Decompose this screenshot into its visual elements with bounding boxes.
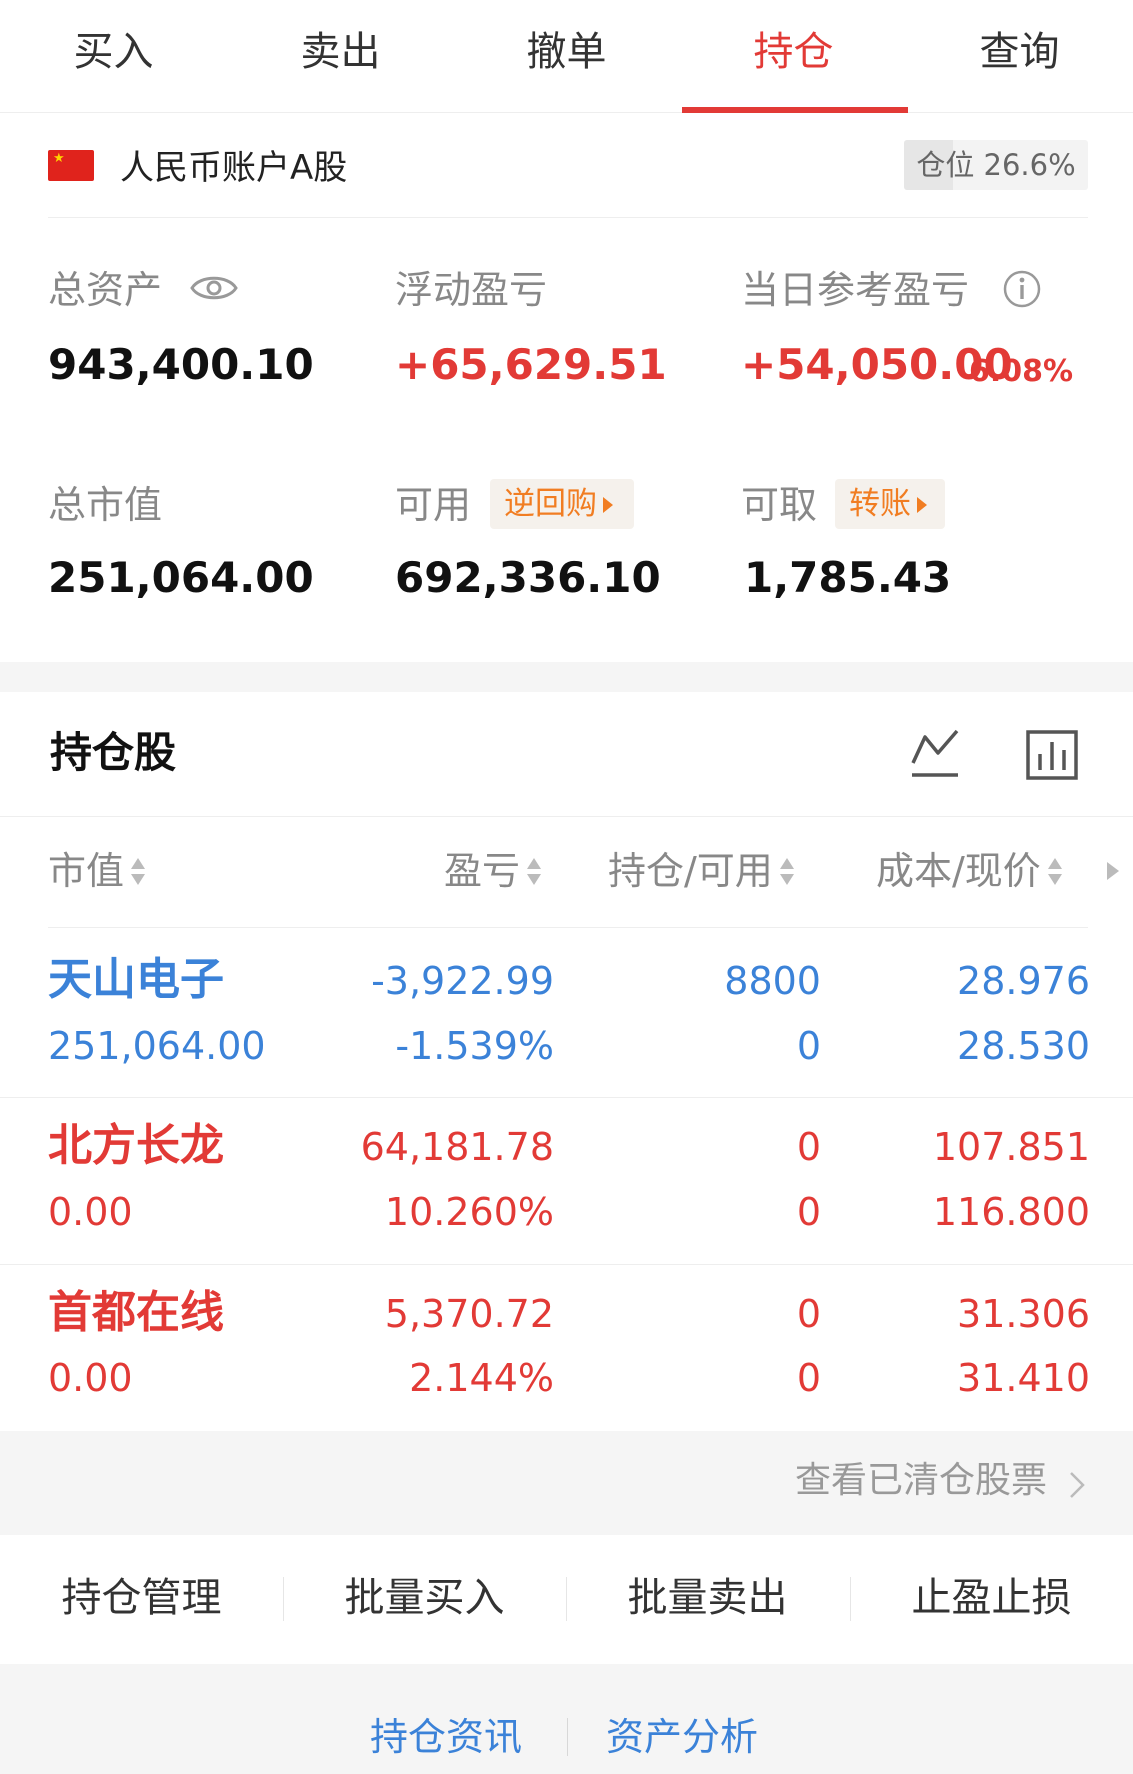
available-funds-value: 692,336.10	[395, 553, 661, 602]
sort-icon	[1047, 857, 1063, 887]
holdings-title: 持仓股	[50, 728, 177, 777]
column-header-label: 持仓/可用	[608, 849, 773, 893]
holdings-news-link[interactable]: 持仓资讯	[370, 1712, 522, 1762]
daily-pl-percent: 6.08%	[969, 354, 1074, 389]
tab-holdings[interactable]: 持仓	[680, 24, 907, 80]
stock-price: 28.530	[957, 1024, 1090, 1068]
stock-pl-percent: 10.260%	[384, 1190, 554, 1234]
stock-available: 0	[796, 1190, 821, 1234]
scroll-right-icon[interactable]	[1107, 862, 1119, 880]
withdrawable-label: 可取	[741, 483, 818, 527]
stock-pl-percent: -1.539%	[395, 1024, 554, 1068]
sort-icon	[526, 857, 542, 887]
column-header-market-value[interactable]: 市值	[48, 846, 146, 896]
withdrawable-value: 1,785.43	[744, 553, 952, 602]
stock-position: 0	[796, 1125, 821, 1169]
batch-sell-button[interactable]: 批量卖出	[566, 1570, 849, 1626]
tab-cancel-order[interactable]: 撤单	[453, 24, 680, 80]
position-ratio-label: 仓位 26.6%	[916, 148, 1076, 182]
divider	[0, 816, 1133, 817]
china-flag-icon: ★	[48, 150, 94, 181]
sort-icon	[779, 857, 795, 887]
stock-pl: 5,370.72	[384, 1292, 554, 1336]
stock-available: 0	[796, 1024, 821, 1068]
stock-pl: -3,922.99	[371, 959, 554, 1003]
stock-market-value: 251,064.00	[48, 1024, 266, 1068]
transfer-label: 转账	[849, 486, 911, 522]
reverse-repo-label: 逆回购	[504, 486, 597, 522]
tab-sell[interactable]: 卖出	[227, 24, 454, 80]
view-cleared-stocks-link[interactable]: 查看已清仓股票	[795, 1456, 1047, 1506]
column-header-label: 市值	[48, 849, 125, 893]
position-ratio-badge: 仓位 26.6%	[904, 140, 1088, 190]
section-gap	[0, 662, 1133, 692]
stock-name[interactable]: 北方长龙	[48, 1118, 224, 1174]
reverse-repo-button[interactable]: 逆回购	[490, 479, 634, 529]
column-header-cost-price[interactable]: 成本/现价	[876, 846, 1063, 896]
stock-market-value: 0.00	[48, 1356, 133, 1400]
available-funds-label: 可用	[395, 483, 472, 527]
divider	[48, 927, 1088, 928]
tab-query[interactable]: 查询	[906, 24, 1133, 80]
stock-cost: 28.976	[957, 959, 1090, 1003]
market-value-value: 251,064.00	[48, 553, 314, 602]
eye-icon[interactable]	[190, 272, 238, 304]
floating-pl-label: 浮动盈亏	[395, 268, 548, 312]
market-value-label: 总市值	[48, 483, 163, 527]
chevron-right-icon	[1070, 1472, 1085, 1498]
total-assets-label: 总资产	[48, 268, 163, 312]
divider	[567, 1718, 568, 1756]
active-tab-indicator	[682, 107, 908, 113]
floating-pl-value: +65,629.51	[395, 340, 667, 389]
transfer-button[interactable]: 转账	[835, 479, 945, 529]
stock-cost: 31.306	[957, 1292, 1090, 1336]
triangle-right-icon	[603, 497, 613, 513]
triangle-right-icon	[917, 497, 927, 513]
stock-price: 116.800	[932, 1190, 1090, 1234]
total-assets-value: 943,400.10	[48, 340, 314, 389]
stock-cost: 107.851	[932, 1125, 1090, 1169]
column-header-label: 盈亏	[444, 849, 521, 893]
column-header-pl[interactable]: 盈亏	[444, 846, 542, 896]
column-header-label: 成本/现价	[876, 849, 1041, 893]
stock-name[interactable]: 天山电子	[48, 952, 224, 1008]
divider	[0, 1264, 1133, 1265]
divider	[0, 1097, 1133, 1098]
tab-buy[interactable]: 买入	[0, 24, 227, 80]
stock-pl-percent: 2.144%	[409, 1356, 554, 1400]
batch-buy-button[interactable]: 批量买入	[283, 1570, 566, 1626]
column-header-position[interactable]: 持仓/可用	[608, 846, 795, 896]
asset-analysis-link[interactable]: 资产分析	[606, 1712, 758, 1762]
stock-available: 0	[796, 1356, 821, 1400]
info-icon[interactable]	[1002, 269, 1042, 309]
stop-profit-loss-button[interactable]: 止盈止损	[850, 1570, 1133, 1626]
divider	[48, 217, 1088, 218]
stock-pl: 64,181.78	[360, 1125, 554, 1169]
stock-market-value: 0.00	[48, 1190, 133, 1234]
holdings-management-button[interactable]: 持仓管理	[0, 1570, 283, 1626]
daily-pl-label: 当日参考盈亏	[741, 268, 970, 312]
line-chart-icon[interactable]	[910, 727, 960, 779]
stock-position: 8800	[724, 959, 821, 1003]
stock-price: 31.410	[957, 1356, 1090, 1400]
top-tab-bar: 买入 卖出 撤单 持仓 查询	[0, 0, 1133, 113]
bar-chart-icon[interactable]	[1026, 730, 1078, 780]
stock-position: 0	[796, 1292, 821, 1336]
account-name[interactable]: 人民币账户A股	[120, 146, 347, 190]
stock-name[interactable]: 首都在线	[48, 1285, 224, 1341]
sort-icon	[130, 857, 146, 887]
